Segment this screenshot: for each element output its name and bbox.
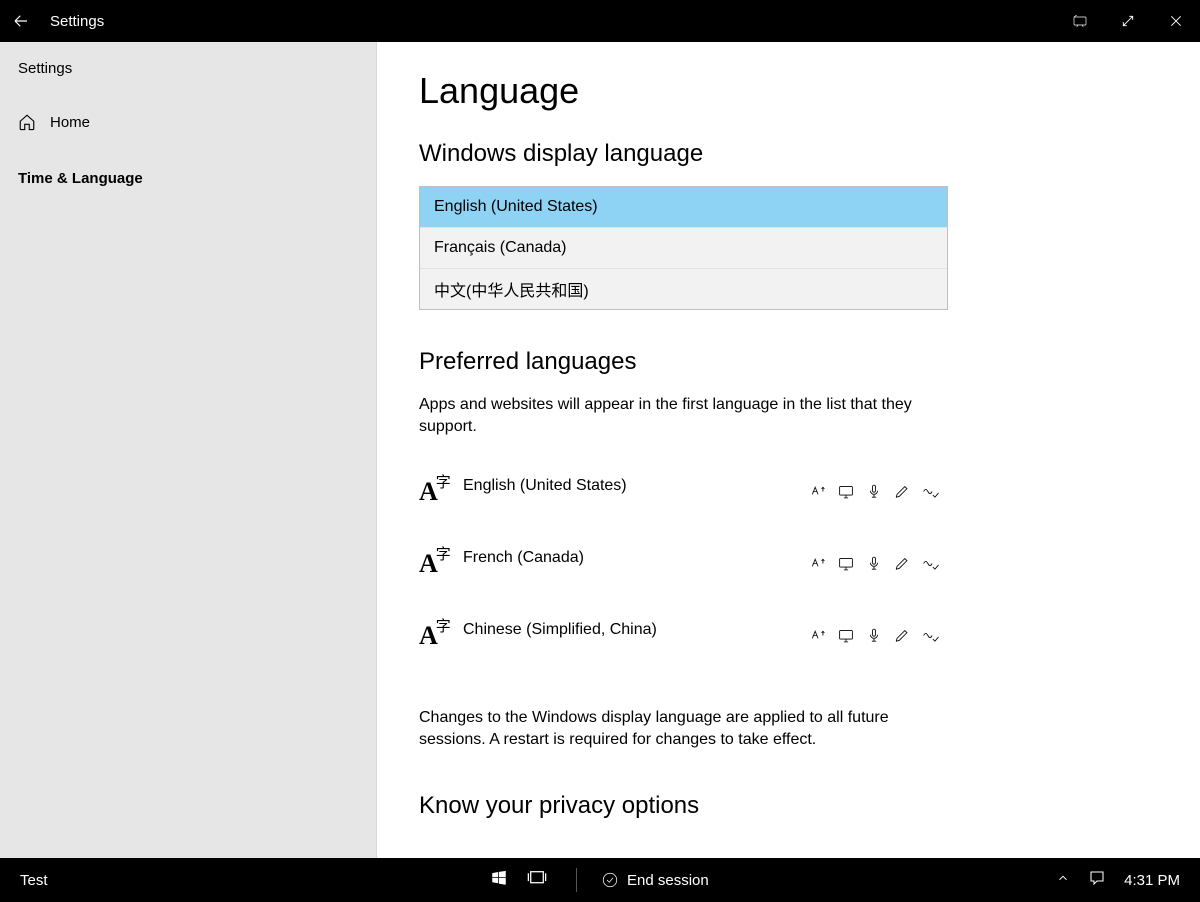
spellcheck-icon bbox=[921, 627, 939, 644]
text-to-speech-icon bbox=[809, 555, 827, 572]
sidebar: Settings Home Time & Language bbox=[0, 42, 377, 858]
tablet-icon bbox=[1072, 13, 1088, 29]
display-icon bbox=[837, 555, 855, 572]
text-to-speech-icon bbox=[809, 483, 827, 500]
titlebar-title: Settings bbox=[50, 13, 104, 30]
preferred-language-label: French (Canada) bbox=[463, 549, 809, 567]
taskbar: Test End session 4:31 PM bbox=[0, 858, 1200, 902]
handwriting-icon bbox=[893, 555, 911, 572]
preferred-language-row[interactable]: A字 French (Canada) bbox=[419, 535, 939, 593]
language-icon: A字 bbox=[419, 551, 463, 577]
close-button[interactable] bbox=[1152, 0, 1200, 42]
speech-icon bbox=[865, 555, 883, 572]
notification-icon bbox=[1088, 869, 1106, 887]
preferred-languages-description: Apps and websites will appear in the fir… bbox=[419, 394, 939, 439]
preferred-language-label: Chinese (Simplified, China) bbox=[463, 621, 809, 639]
sidebar-category-label: Time & Language bbox=[18, 170, 143, 187]
display-icon bbox=[837, 483, 855, 500]
display-language-option[interactable]: 中文(中华人民共和国) bbox=[420, 269, 947, 309]
back-button[interactable] bbox=[0, 12, 42, 30]
language-feature-icons bbox=[809, 627, 939, 644]
sidebar-app-label: Settings bbox=[0, 56, 376, 101]
language-feature-icons bbox=[809, 483, 939, 500]
sidebar-item-time-language[interactable]: Time & Language bbox=[0, 157, 376, 199]
chevron-up-icon bbox=[1056, 871, 1070, 885]
text-to-speech-icon bbox=[809, 627, 827, 644]
main-content: Language Windows display language Englis… bbox=[377, 42, 1200, 858]
taskbar-clock[interactable]: 4:31 PM bbox=[1124, 872, 1180, 889]
taskbar-user: Test bbox=[20, 872, 490, 889]
handwriting-icon bbox=[893, 627, 911, 644]
preferred-language-label: English (United States) bbox=[463, 477, 809, 495]
page-title: Language bbox=[419, 70, 1158, 112]
display-icon bbox=[837, 627, 855, 644]
expand-icon bbox=[1121, 14, 1135, 28]
speech-icon bbox=[865, 627, 883, 644]
tablet-mode-button[interactable] bbox=[1056, 0, 1104, 42]
windows-icon bbox=[490, 869, 508, 887]
checkmark-circle-icon bbox=[601, 871, 619, 889]
language-feature-icons bbox=[809, 555, 939, 572]
spellcheck-icon bbox=[921, 483, 939, 500]
end-session-button[interactable]: End session bbox=[601, 871, 709, 889]
display-language-heading: Windows display language bbox=[419, 140, 1158, 168]
language-icon: A字 bbox=[419, 479, 463, 505]
privacy-heading: Know your privacy options bbox=[419, 792, 1158, 820]
fullscreen-button[interactable] bbox=[1104, 0, 1152, 42]
speech-icon bbox=[865, 483, 883, 500]
task-view-icon bbox=[526, 869, 548, 887]
display-language-note: Changes to the Windows display language … bbox=[419, 707, 939, 752]
display-language-option[interactable]: English (United States) bbox=[420, 187, 947, 228]
display-language-listbox[interactable]: English (United States) Français (Canada… bbox=[419, 186, 948, 310]
home-icon bbox=[18, 113, 36, 131]
sidebar-item-home[interactable]: Home bbox=[0, 101, 376, 143]
handwriting-icon bbox=[893, 483, 911, 500]
spellcheck-icon bbox=[921, 555, 939, 572]
preferred-language-row[interactable]: A字 English (United States) bbox=[419, 463, 939, 521]
close-icon bbox=[1169, 14, 1183, 28]
start-button[interactable] bbox=[490, 869, 508, 891]
sidebar-home-label: Home bbox=[50, 114, 90, 131]
preferred-language-row[interactable]: A字 Chinese (Simplified, China) bbox=[419, 607, 939, 665]
display-language-option[interactable]: Français (Canada) bbox=[420, 228, 947, 269]
end-session-label: End session bbox=[627, 872, 709, 889]
task-view-button[interactable] bbox=[526, 869, 548, 891]
preferred-languages-heading: Preferred languages bbox=[419, 348, 1158, 376]
back-arrow-icon bbox=[12, 12, 30, 30]
language-icon: A字 bbox=[419, 623, 463, 649]
action-center-button[interactable] bbox=[1088, 869, 1106, 891]
titlebar: Settings bbox=[0, 0, 1200, 42]
tray-chevron[interactable] bbox=[1056, 871, 1070, 889]
